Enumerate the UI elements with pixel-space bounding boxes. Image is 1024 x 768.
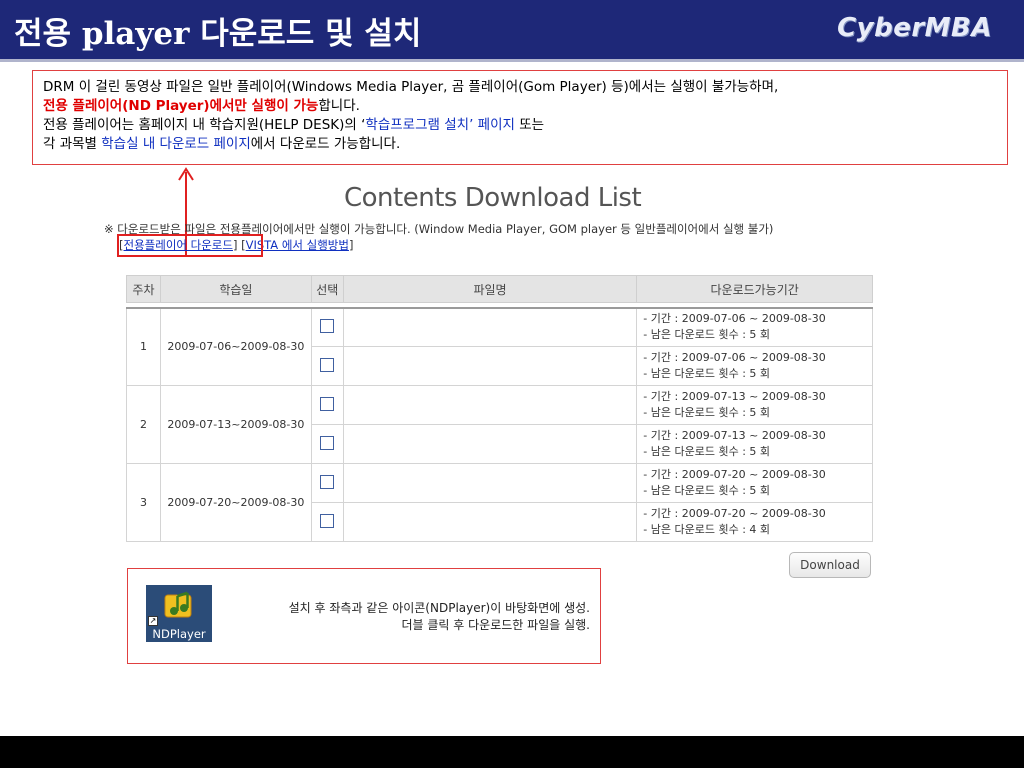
install-info-box: ↗ NDPlayer 설치 후 좌측과 같은 아이콘(NDPlayer)이 바탕… xyxy=(127,568,601,664)
date-cell: 2009-07-13~2009-08-30 xyxy=(159,385,312,464)
week-cell: 1 xyxy=(126,307,161,386)
page-title: 전용 player 다운로드 및 설치 xyxy=(14,16,422,52)
period-cell: - 기간 : 2009-07-20 ~ 2009-08-30- 남은 다운로드 … xyxy=(636,502,873,542)
date-cell: 2009-07-20~2009-08-30 xyxy=(159,463,312,542)
col-filename: 파일명 xyxy=(342,275,638,303)
select-checkbox[interactable] xyxy=(320,474,335,489)
period-cell: - 기간 : 2009-07-06 ~ 2009-08-30- 남은 다운로드 … xyxy=(636,307,873,347)
select-checkbox[interactable] xyxy=(320,435,335,450)
filename-cell xyxy=(342,463,638,503)
filename-cell xyxy=(342,424,638,464)
notice-classroom-download-link: 학습실 내 다운로드 페이지 xyxy=(101,136,251,152)
notice-line-2: 전용 플레이어(ND Player)에서만 실행이 가능합니다. xyxy=(43,98,360,114)
ndplayer-icon-label: NDPlayer xyxy=(152,627,206,641)
brand-logo: CyberMBA xyxy=(837,13,992,43)
contents-download-title: Contents Download List xyxy=(344,183,642,213)
select-checkbox[interactable] xyxy=(320,357,335,372)
header-divider xyxy=(0,59,1024,62)
notice-page-link: 페이지 xyxy=(477,117,515,133)
download-table: 주차 학습일 선택 파일명 다운로드가능기간 1 2009-07-06~2009… xyxy=(126,275,873,542)
install-instructions: 설치 후 좌측과 같은 아이콘(NDPlayer)이 바탕화면에 생성. 더블 … xyxy=(288,601,590,632)
table-row: 1 2009-07-06~2009-08-30 - 기간 : 2009-07-0… xyxy=(126,307,873,386)
period-cell: - 기간 : 2009-07-06 ~ 2009-08-30- 남은 다운로드 … xyxy=(636,346,873,386)
table-row: 2 2009-07-13~2009-08-30 - 기간 : 2009-07-1… xyxy=(126,385,873,464)
week-cell: 2 xyxy=(126,385,161,464)
week-cell: 3 xyxy=(126,463,161,542)
filename-cell xyxy=(342,385,638,425)
table-header: 주차 학습일 선택 파일명 다운로드가능기간 xyxy=(126,275,873,303)
filename-cell xyxy=(342,502,638,542)
notice-program-install-link: 학습프로그램 설치 xyxy=(365,117,470,133)
date-cell: 2009-07-06~2009-08-30 xyxy=(159,307,312,386)
col-study-date: 학습일 xyxy=(159,275,312,303)
notice-line-4: 각 과목별 학습실 내 다운로드 페이지에서 다운로드 가능합니다. xyxy=(43,136,401,152)
period-cell: - 기간 : 2009-07-13 ~ 2009-08-30- 남은 다운로드 … xyxy=(636,424,873,464)
filename-cell xyxy=(342,307,638,347)
title-bar: 전용 player 다운로드 및 설치 CyberMBA xyxy=(0,0,1024,59)
filename-cell xyxy=(342,346,638,386)
select-checkbox[interactable] xyxy=(320,396,335,411)
player-link-highlight xyxy=(117,234,263,257)
music-note-icon xyxy=(164,591,192,618)
col-download-period: 다운로드가능기간 xyxy=(636,275,873,303)
notice-line-1: DRM 이 걸린 동영상 파일은 일반 플레이어(Windows Media P… xyxy=(43,79,779,95)
period-cell: - 기간 : 2009-07-20 ~ 2009-08-30- 남은 다운로드 … xyxy=(636,463,873,503)
footer-bar xyxy=(0,736,1024,768)
ndplayer-desktop-icon[interactable]: ↗ NDPlayer xyxy=(146,585,212,642)
period-cell: - 기간 : 2009-07-13 ~ 2009-08-30- 남은 다운로드 … xyxy=(636,385,873,425)
drm-notice-box: DRM 이 걸린 동영상 파일은 일반 플레이어(Windows Media P… xyxy=(32,70,1008,165)
col-select: 선택 xyxy=(310,275,344,303)
select-checkbox[interactable] xyxy=(320,318,335,333)
select-checkbox[interactable] xyxy=(320,513,335,528)
col-week: 주차 xyxy=(126,275,161,303)
shortcut-arrow-icon: ↗ xyxy=(148,616,158,626)
table-row: 3 2009-07-20~2009-08-30 - 기간 : 2009-07-2… xyxy=(126,463,873,542)
download-button[interactable]: Download xyxy=(789,552,871,578)
notice-emphasis: 전용 플레이어(ND Player)에서만 실행이 가능 xyxy=(43,98,319,114)
notice-line-3: 전용 플레이어는 홈페이지 내 학습지원(HELP DESK)의 ‘학습프로그램… xyxy=(43,117,545,133)
